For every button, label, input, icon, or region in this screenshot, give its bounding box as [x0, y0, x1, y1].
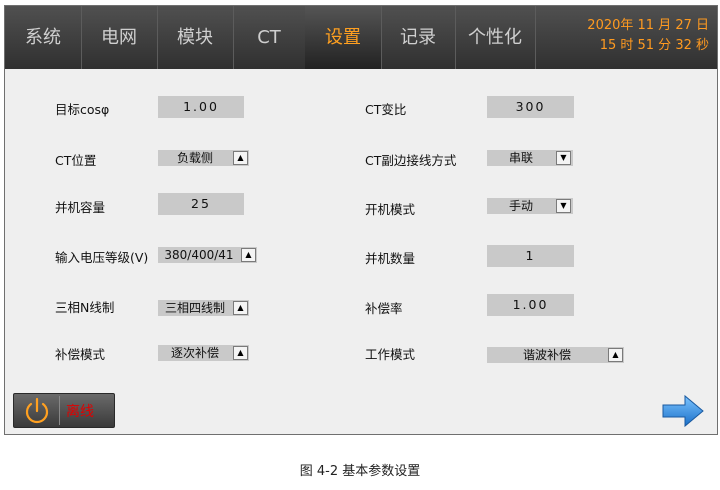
triangle-down-icon[interactable]: ▼ [556, 199, 571, 213]
tab-personalization[interactable]: 个性化 [455, 6, 536, 69]
parallel-capacity-field[interactable]: 25 [158, 193, 244, 215]
compensation-rate-field[interactable]: 1.00 [487, 294, 574, 316]
ct-secondary-dropdown[interactable]: 串联 ▼ [487, 150, 573, 166]
hmi-screen: 系统 电网 模块 CT 设置 记录 个性化 2020年 11 月 27 日 15… [4, 5, 718, 435]
tab-settings[interactable]: 设置 [305, 6, 382, 69]
three-phase-value: 三相四线制 [164, 301, 225, 315]
ct-position-label: CT位置 [55, 153, 97, 168]
compensation-rate-label: 补偿率 [365, 301, 403, 316]
ct-secondary-label: CT副边接线方式 [365, 153, 457, 168]
divider [59, 396, 60, 425]
work-mode-dropdown[interactable]: 谐波补偿 ▲ [487, 347, 624, 363]
work-mode-value: 谐波补偿 [522, 348, 571, 362]
triangle-up-icon[interactable]: ▲ [233, 301, 248, 315]
clock: 2020年 11 月 27 日 15 时 51 分 32 秒 [587, 16, 709, 56]
settings-panel: 目标cosφ 1.00 CT位置 负载侧 ▲ 并机容量 25 输入电压等级(V)… [5, 69, 717, 434]
triangle-up-icon[interactable]: ▲ [233, 151, 248, 165]
tab-system[interactable]: 系统 [5, 6, 82, 69]
target-cos-field[interactable]: 1.00 [158, 96, 244, 118]
compensation-mode-label: 补偿模式 [55, 347, 106, 362]
ct-position-dropdown[interactable]: 负载侧 ▲ [158, 150, 249, 166]
startup-mode-value: 手动 [508, 199, 533, 213]
three-phase-dropdown[interactable]: 三相四线制 ▲ [158, 300, 249, 316]
arrow-right-icon[interactable] [661, 394, 705, 428]
parallel-count-field[interactable]: 1 [487, 245, 574, 267]
ct-ratio-label: CT变比 [365, 102, 407, 117]
triangle-up-icon[interactable]: ▲ [608, 348, 623, 362]
startup-mode-label: 开机模式 [365, 202, 416, 217]
ct-position-value: 负载侧 [176, 151, 213, 165]
tab-module[interactable]: 模块 [157, 6, 234, 69]
input-voltage-value: 380/400/41 [164, 248, 234, 262]
offline-status: 离线 [66, 404, 94, 420]
target-cos-label: 目标cosφ [55, 102, 110, 117]
power-offline-button[interactable]: 离线 [13, 393, 115, 428]
parallel-capacity-label: 并机容量 [55, 200, 106, 215]
input-voltage-dropdown[interactable]: 380/400/41 ▲ [158, 247, 257, 263]
tab-records[interactable]: 记录 [381, 6, 456, 69]
triangle-up-icon[interactable]: ▲ [241, 248, 256, 262]
top-nav-bar: 系统 电网 模块 CT 设置 记录 个性化 2020年 11 月 27 日 15… [5, 6, 717, 69]
tab-grid[interactable]: 电网 [81, 6, 158, 69]
tab-ct[interactable]: CT [233, 6, 306, 69]
triangle-down-icon[interactable]: ▼ [556, 151, 571, 165]
compensation-mode-dropdown[interactable]: 逐次补偿 ▲ [158, 345, 249, 361]
clock-date: 2020年 11 月 27 日 [587, 18, 709, 33]
ct-ratio-field[interactable]: 300 [487, 96, 574, 118]
three-phase-label: 三相N线制 [55, 300, 115, 315]
work-mode-label: 工作模式 [365, 347, 416, 362]
startup-mode-dropdown[interactable]: 手动 ▼ [487, 198, 573, 214]
triangle-up-icon[interactable]: ▲ [233, 346, 248, 360]
figure-caption: 图 4-2 基本参数设置 [299, 464, 421, 479]
compensation-mode-value: 逐次补偿 [170, 346, 219, 360]
input-voltage-label: 输入电压等级(V) [55, 250, 149, 265]
power-icon [25, 397, 49, 424]
ct-secondary-value: 串联 [508, 151, 533, 165]
parallel-count-label: 并机数量 [365, 251, 416, 266]
clock-time: 15 时 51 分 32 秒 [599, 38, 709, 53]
